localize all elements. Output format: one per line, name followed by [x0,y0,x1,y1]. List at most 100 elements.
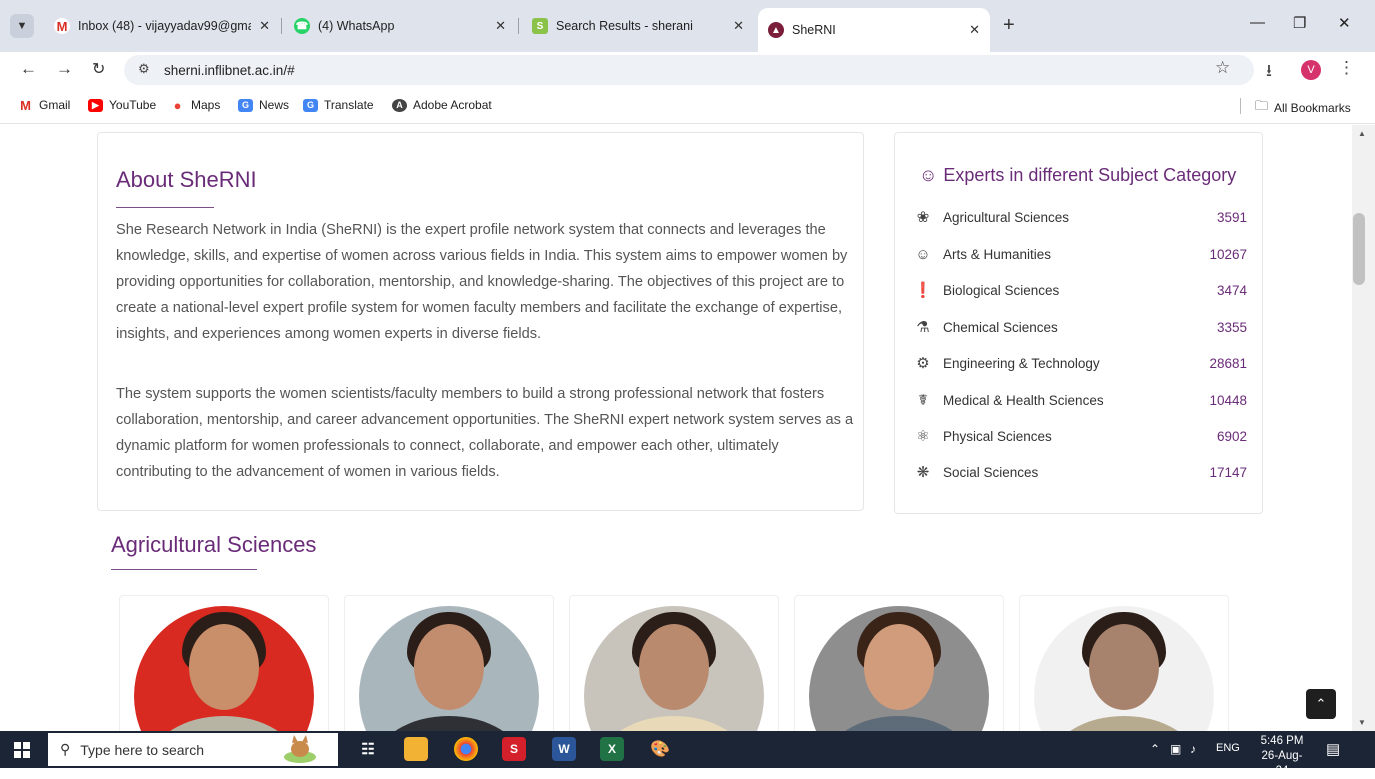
about-title: About SheRNI [116,167,257,192]
site-info-icon[interactable]: ⚙ [138,61,150,77]
tab-title: Inbox (48) - vijayyadav99@gma [78,19,252,33]
download-icon[interactable]: ⭳ [1266,58,1272,87]
taskbar-clock[interactable]: 5:46 PM 26-Aug-24 [1256,734,1308,779]
search-icon: ⚲ [60,741,71,757]
profile-avatar[interactable]: V [1301,60,1321,80]
minimize-button[interactable]: — [1250,14,1265,31]
new-tab-button[interactable]: + [1003,14,1015,37]
notification-icon[interactable]: ▤ [1326,740,1340,758]
bookmark-news[interactable]: G News [238,98,289,112]
show-hidden-icons[interactable]: ⌃ [1150,742,1160,756]
about-card: About SheRNI She Research Network in Ind… [97,132,864,511]
category-engineering-technology[interactable]: ⚙ Engineering & Technology 28681 [911,351,1247,375]
windows-start-button[interactable] [14,742,30,758]
experts-title-text: Experts in different Subject Category [943,165,1237,185]
close-icon[interactable]: ✕ [259,18,270,34]
windows-taskbar: ⚲ Type here to search ☷ S W X 🎨 ⌃ ▣ ♪ EN… [0,731,1375,777]
expert-card[interactable] [119,595,329,731]
bookmarks-bar: M Gmail ▶ YouTube ● Maps G News G Transl… [0,88,1375,124]
volume-muted-icon[interactable]: ♪ [1190,742,1196,756]
bookmark-label: News [259,98,290,112]
tab-sherni[interactable]: ▲ SheRNI ✕ [758,8,990,52]
graduation-cap-icon: ▲ [768,22,784,38]
url-field[interactable]: ⚙ sherni.inflibnet.ac.in/# [124,55,1254,85]
expert-photo [584,606,764,731]
tab-whatsapp[interactable]: ☎ (4) WhatsApp ✕ [284,8,516,44]
category-chemical-sciences[interactable]: ⚗ Chemical Sciences 3355 [911,315,1247,339]
gmail-icon: M [20,97,31,113]
close-icon[interactable]: ✕ [733,18,744,34]
gears-icon: ⚙ [916,355,930,372]
bookmark-youtube[interactable]: ▶ YouTube [88,98,156,112]
tab-search-results[interactable]: S Search Results - sherani ✕ [522,8,754,44]
language-indicator[interactable]: ENG [1216,742,1240,754]
expert-card[interactable] [344,595,554,731]
chrome-icon[interactable] [454,737,478,761]
expert-card[interactable] [1019,595,1229,731]
category-physical-sciences[interactable]: ⚛ Physical Sciences 6902 [911,424,1247,448]
news-icon: G [238,98,253,112]
expert-card[interactable] [569,595,779,731]
category-name: Biological Sciences [943,282,1060,298]
excel-icon[interactable]: X [600,737,624,761]
category-biological-sciences[interactable]: ❗ Biological Sciences 3474 [911,278,1247,302]
scroll-up-icon[interactable]: ▲ [1358,129,1366,138]
tab-title: SheRNI [792,23,836,37]
category-social-sciences[interactable]: ❋ Social Sciences 17147 [911,460,1247,484]
bookmark-label: Maps [191,98,221,112]
all-bookmarks-button[interactable]: 🗀 All Bookmarks [1255,97,1351,119]
network-icon[interactable]: ▣ [1170,742,1181,756]
restore-button[interactable]: ❐ [1293,14,1306,32]
task-view-icon[interactable]: ☷ [356,737,380,761]
word-icon[interactable]: W [552,737,576,761]
scroll-down-icon[interactable]: ▼ [1358,718,1366,727]
bookmark-adobe-acrobat[interactable]: A Adobe Acrobat [392,98,492,112]
clock-time: 5:46 PM [1260,735,1304,747]
page-scrollbar[interactable]: ▲ ▼ [1352,125,1375,731]
category-arts-humanities[interactable]: ☺ Arts & Humanities 10267 [911,242,1247,266]
file-explorer-icon[interactable] [404,737,428,761]
bookmark-maps[interactable]: ● Maps [170,98,221,113]
paint-icon[interactable]: 🎨 [648,737,672,761]
reload-button[interactable]: ↻ [92,59,105,79]
title-underline [116,207,214,208]
tab-title: (4) WhatsApp [318,19,395,33]
menu-kebab-icon[interactable]: ⋮ [1338,58,1355,78]
search-results-icon: S [532,18,548,34]
expert-card[interactable] [794,595,1004,731]
gmail-icon: M [54,18,70,34]
tab-gmail[interactable]: M Inbox (48) - vijayyadav99@gma ✕ [44,8,280,44]
forward-button[interactable]: → [56,59,73,79]
experts-card: ☺ Experts in different Subject Category … [894,132,1263,514]
category-medical-health-sciences[interactable]: ☤ Medical & Health Sciences 10448 [911,388,1247,412]
whatsapp-icon: ☎ [294,18,310,34]
category-name: Arts & Humanities [943,246,1052,262]
category-name: Physical Sciences [943,428,1052,444]
category-count: 3474 [1216,282,1247,298]
all-bookmarks-label: All Bookmarks [1274,101,1351,115]
bookmark-translate[interactable]: G Translate [303,98,374,112]
theatre-masks-icon: ☺ [915,245,931,263]
back-button[interactable]: ← [20,59,37,79]
category-agricultural-sciences[interactable]: ❀ Agricultural Sciences 3591 [911,205,1247,229]
taskbar-search-field[interactable]: ⚲ Type here to search [48,733,338,766]
bookmark-label: Translate [324,98,374,112]
chevron-down-icon: ▼ [16,20,28,32]
plant-icon: ❀ [916,209,930,226]
scrollbar-thumb[interactable] [1353,213,1365,285]
bookmark-star-icon[interactable]: ☆ [1215,58,1230,78]
close-window-button[interactable]: ✕ [1338,14,1351,32]
experts-group-icon: ☺ [919,165,938,185]
title-underline [111,569,257,570]
tab-search-button[interactable]: ▼ [10,14,34,38]
close-icon[interactable]: ✕ [495,18,506,34]
expert-photo [1034,606,1214,731]
category-count: 6902 [1216,428,1247,444]
close-icon[interactable]: ✕ [969,22,980,38]
shree-lipi-icon[interactable]: S [502,737,526,761]
expert-photo [134,606,314,731]
scroll-to-top-button[interactable]: ⌃ [1306,689,1336,719]
tab-title: Search Results - sherani [556,19,693,33]
translate-icon: G [303,98,318,112]
bookmark-gmail[interactable]: M Gmail [18,97,70,113]
